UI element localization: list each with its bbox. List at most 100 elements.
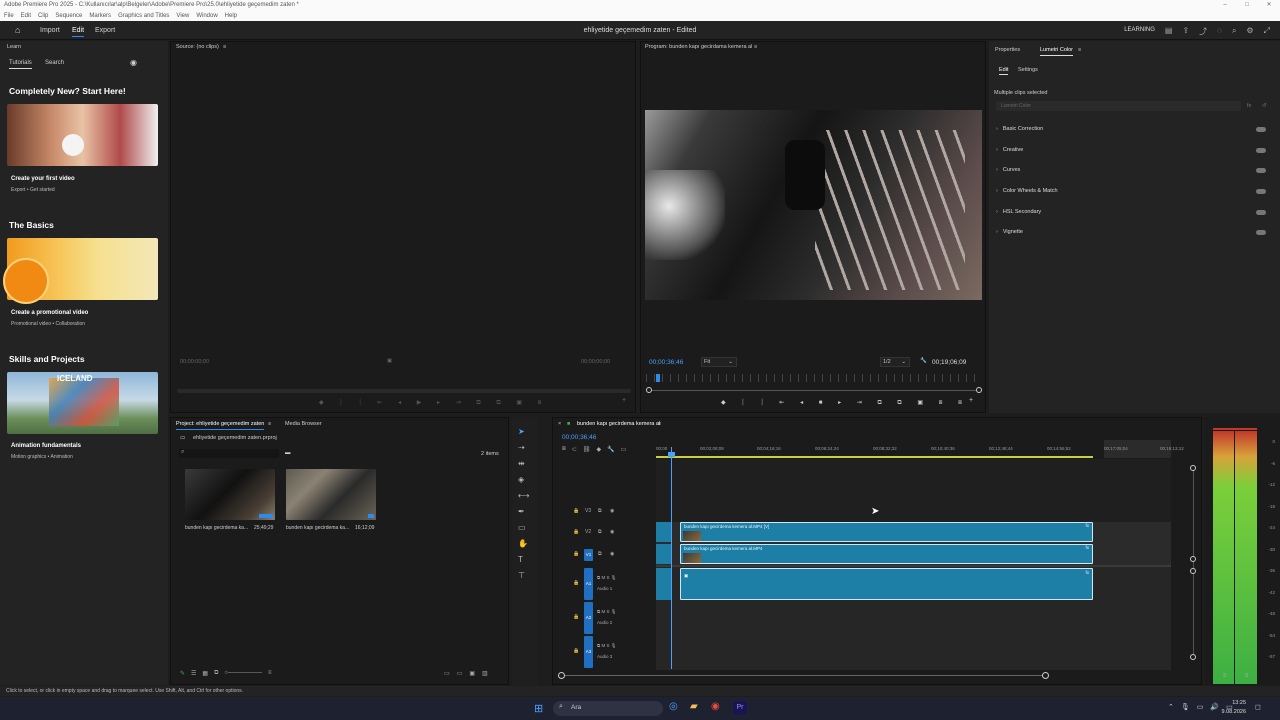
find-icon[interactable]: ▭ — [444, 670, 450, 677]
maximize-icon[interactable]: □ — [1236, 0, 1258, 11]
add-marker-icon[interactable]: ◆ — [596, 446, 601, 453]
av-divider[interactable] — [656, 565, 1171, 567]
tray-chevron-icon[interactable]: ⌃ — [1168, 703, 1174, 711]
learning-workspace[interactable]: LEARNING — [1124, 27, 1155, 37]
menu-help[interactable]: Help — [225, 11, 237, 21]
clip-a1[interactable]: ▣ fx — [680, 568, 1093, 600]
lock-a3-icon[interactable]: 🔒 — [573, 648, 579, 654]
rectangle-tool-icon[interactable]: ▭ — [518, 523, 526, 532]
pencil-icon[interactable]: ✎ — [180, 670, 185, 677]
caption-tool-icon[interactable]: ⊤ — [518, 571, 525, 580]
mute-a2-button[interactable]: ⧉ M S 🎙 — [597, 609, 616, 615]
small-clip-v1[interactable] — [656, 544, 672, 564]
sort-icon[interactable]: ≡ — [268, 670, 272, 677]
toggle-curves[interactable] — [1256, 168, 1266, 173]
program-zoom-bar[interactable] — [646, 390, 982, 391]
mute-a1-button[interactable]: ⧉ M S 🎙 — [597, 575, 616, 581]
workspaces-icon[interactable]: ▤ — [1165, 26, 1173, 37]
fit-dropdown[interactable]: Fit ⌄ — [701, 357, 737, 367]
menu-markers[interactable]: Markers — [89, 11, 111, 21]
source-title[interactable]: Source: (no clips) — [176, 44, 219, 50]
solo-left-button[interactable]: S — [1223, 673, 1226, 679]
toggle-creative[interactable] — [1256, 148, 1266, 153]
clip-v1[interactable]: bunden kapı gecirdema kemera al.MP4 fx — [680, 544, 1093, 564]
lumetri-effect-dropdown[interactable]: Lumetri Color — [996, 101, 1241, 111]
toggle-basic-correction[interactable] — [1256, 127, 1266, 132]
menu-view[interactable]: View — [176, 11, 189, 21]
section-color-wheels[interactable]: › Color Wheels & Match — [996, 188, 1058, 194]
lock-v2-icon[interactable]: 🔒 — [573, 529, 579, 535]
reset-icon[interactable]: ↺ — [1262, 103, 1267, 109]
resolution-dropdown[interactable]: 1/2 ⌄ — [880, 357, 910, 367]
menu-file[interactable]: File — [4, 11, 14, 21]
track-select-tool-icon[interactable]: ⇢ — [518, 443, 525, 452]
lock-v3-icon[interactable]: 🔒 — [573, 508, 579, 514]
tutorial-thumbnail-animation[interactable]: ICELAND — [7, 372, 158, 434]
selection-tool-icon[interactable]: ➤ — [518, 427, 525, 436]
sync-lock-v1-icon[interactable]: ⧉ — [598, 551, 602, 557]
track-label-v1[interactable]: V1 — [584, 549, 593, 561]
toggle-color-wheels[interactable] — [1256, 189, 1266, 194]
sequence-menu-icon[interactable]: ≡ — [658, 421, 661, 427]
timeline-vertical-scrollbar[interactable] — [1193, 467, 1194, 657]
source-scrubber[interactable] — [177, 389, 631, 393]
menu-edit[interactable]: Edit — [21, 11, 31, 21]
program-time-ruler[interactable] — [646, 374, 982, 382]
section-basic-correction[interactable]: › Basic Correction — [996, 126, 1043, 132]
track-label-a1[interactable]: A1 — [584, 568, 593, 600]
tab-lumetri-color[interactable]: Lumetri Color — [1040, 47, 1074, 56]
microphone-icon[interactable]: 🎙 — [1181, 703, 1190, 711]
vscroll-handle-top[interactable] — [1190, 465, 1196, 471]
tutorial-thumbnail-first-video[interactable] — [7, 104, 158, 166]
notification-icon[interactable]: ◻ — [1255, 703, 1261, 711]
file-explorer-icon[interactable]: ▰ — [690, 701, 698, 712]
subtab-edit[interactable]: Edit — [999, 67, 1009, 75]
windows-start-icon[interactable]: ⊞ — [534, 702, 543, 715]
vscroll-handle-mid[interactable] — [1190, 556, 1196, 562]
list-view-icon[interactable]: ☰ — [191, 670, 196, 677]
search-icon[interactable]: ⌕ — [1232, 26, 1236, 37]
chrome-icon[interactable]: ◎ — [669, 701, 678, 712]
freeform-view-icon[interactable]: ⧉ — [214, 670, 218, 677]
account-icon[interactable]: ◉ — [130, 58, 137, 67]
linked-selection-icon[interactable]: ⛓ — [583, 446, 591, 453]
clip-name-1[interactable]: bunden kapı gecirdema ka... — [185, 525, 248, 531]
new-item-icon[interactable]: ▣ — [469, 670, 475, 677]
close-sequence-icon[interactable]: × — [558, 421, 561, 427]
eye-v2-icon[interactable]: ◉ — [610, 529, 614, 535]
trash-icon[interactable]: ▥ — [482, 670, 488, 677]
source-settings-icon[interactable]: ▣ — [387, 358, 392, 364]
clip-v2[interactable]: bunden kapı gecirdema kemera al.MP4 [V] … — [680, 522, 1093, 542]
hscroll-handle-right[interactable] — [1042, 672, 1049, 679]
project-menu-icon[interactable]: ≡ — [268, 421, 271, 427]
program-transport-controls[interactable]: ◆ ⏐ ⏐ ⇤ ◂ ■ ▸ ⇥ ⧉ ⧉ ▣ ⧈ ⧈ — [721, 399, 969, 407]
settings-icon[interactable]: ⚙ — [1246, 26, 1253, 37]
timeline-timecode[interactable]: 00;00;36;46 — [562, 434, 596, 441]
ripple-edit-tool-icon[interactable]: ⇹ — [518, 459, 525, 468]
lumetri-menu-icon[interactable]: ≡ — [1078, 47, 1081, 53]
sync-lock-v3-icon[interactable]: ⧉ — [598, 508, 602, 514]
program-title[interactable]: Program: bunden kapı gecirdama kemera al — [645, 44, 752, 50]
sync-lock-v2-icon[interactable]: ⧉ — [598, 529, 602, 535]
timeline-playhead[interactable] — [671, 447, 672, 669]
lock-a1-icon[interactable]: 🔒 — [573, 580, 579, 586]
slip-tool-icon[interactable]: ⟷ — [518, 491, 529, 500]
track-label-a2[interactable]: A2 — [584, 602, 593, 634]
hand-tool-icon[interactable]: ✋ — [518, 539, 528, 548]
tab-project[interactable]: Project: ehliyetide geçemedim zaten — [176, 421, 265, 430]
type-tool-icon[interactable]: T — [518, 555, 523, 564]
source-transport-controls[interactable]: ◆ ⏐ ⏐ ⇤ ◂ ▶ ▸ ⇥ ⧉ ⧉ ▣ ⧈ — [319, 399, 549, 407]
network-icon[interactable]: ▭ — [1197, 703, 1204, 711]
panel-menu-icon[interactable]: ≡ — [223, 44, 226, 50]
fx-icon[interactable]: fx — [1247, 103, 1251, 109]
share-icon[interactable]: ⤴ — [1199, 26, 1207, 37]
track-label-a3[interactable]: A3 — [584, 636, 593, 668]
zoom-handle-left[interactable] — [646, 387, 652, 393]
tab-media-browser[interactable]: Media Browser — [285, 421, 322, 427]
tab-tutorials[interactable]: Tutorials — [9, 60, 32, 69]
taskbar-search[interactable]: ⌕ Ara — [553, 701, 663, 716]
new-bin-footer-icon[interactable]: ▭ — [457, 670, 463, 677]
lock-a2-icon[interactable]: 🔒 — [573, 614, 579, 620]
program-menu-icon[interactable]: ≡ — [754, 44, 757, 50]
icon-view-icon[interactable]: ▦ — [202, 670, 208, 677]
